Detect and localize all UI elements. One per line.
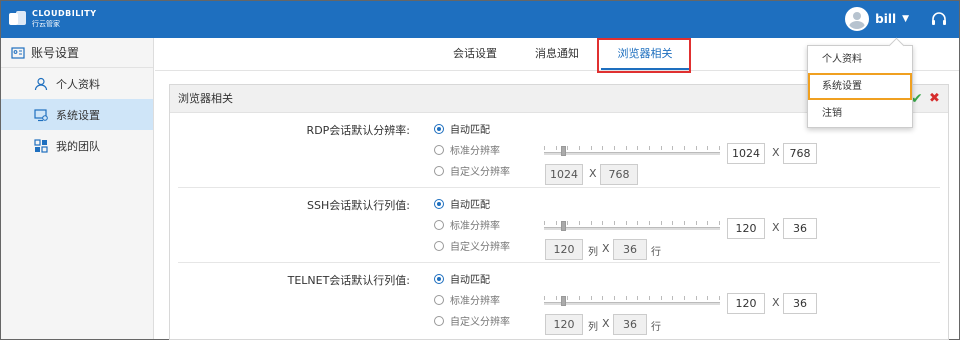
x-separator: X — [772, 146, 780, 159]
top-bar: CLOUDBILITY 行云管家 bill ▼ — [1, 1, 959, 38]
sidebar-title: 账号设置 — [31, 46, 80, 60]
radio-label: 自定义分辨率 — [450, 317, 510, 328]
menu-item-profile[interactable]: 个人资料 — [808, 46, 912, 73]
radio-standard[interactable]: 标准分辨率 — [434, 292, 500, 307]
team-icon — [34, 138, 48, 153]
sidebar-item-system-settings[interactable]: 系统设置 — [1, 99, 153, 130]
radio-auto[interactable]: 自动匹配 — [434, 271, 490, 286]
menu-item-system-settings[interactable]: 系统设置 — [808, 73, 912, 100]
logo-icon — [9, 10, 27, 28]
radio-button[interactable] — [434, 315, 444, 326]
rowcol-slider[interactable] — [544, 296, 720, 306]
sidebar-header: 账号设置 — [1, 38, 153, 68]
logo-text-cn: 行云管家 — [32, 20, 60, 28]
sidebar: 账号设置 个人资料 系统设置 我的团队 — [1, 38, 154, 339]
section-label: RDP会话默认分辨率: — [306, 124, 410, 137]
x-separator: X — [589, 167, 597, 180]
x-separator: X — [602, 317, 610, 330]
custom-cols-input[interactable]: 120 — [545, 314, 583, 335]
rowcol-slider[interactable] — [544, 221, 720, 231]
radio-standard[interactable]: 标准分辨率 — [434, 142, 500, 157]
radio-label: 自动匹配 — [450, 200, 490, 211]
radio-button[interactable] — [434, 294, 444, 305]
cols-unit: 列 — [588, 322, 598, 333]
radio-custom[interactable]: 自定义分辨率 — [434, 163, 510, 178]
cols-unit: 列 — [588, 247, 598, 258]
rows-unit: 行 — [651, 322, 661, 333]
slider-handle[interactable] — [561, 221, 566, 231]
ssh-rowcol-section: SSH会话默认行列值: 自动匹配 标准分辨率 自定义分辨率 120 X 36 1… — [178, 188, 940, 263]
custom-width-input[interactable]: 1024 — [545, 164, 583, 185]
cancel-icon[interactable]: ✖ — [929, 91, 940, 106]
avatar[interactable] — [845, 7, 870, 31]
standard-cols-input[interactable]: 120 — [727, 293, 765, 314]
monitor-settings-icon — [34, 108, 48, 121]
radio-label: 标准分辨率 — [450, 146, 500, 157]
sidebar-item-label: 我的团队 — [56, 139, 100, 153]
radio-label: 自动匹配 — [450, 125, 490, 136]
tab-session-settings[interactable]: 会话设置 — [445, 38, 505, 70]
standard-rows-input[interactable]: 36 — [783, 293, 817, 314]
radio-button[interactable] — [434, 219, 444, 230]
menu-item-logout[interactable]: 注销 — [808, 100, 912, 127]
id-card-icon — [11, 46, 25, 59]
radio-label: 标准分辨率 — [450, 221, 500, 232]
standard-height-input[interactable]: 768 — [783, 143, 817, 164]
standard-width-input[interactable]: 1024 — [727, 143, 765, 164]
username[interactable]: bill — [875, 12, 896, 26]
sidebar-item-profile[interactable]: 个人资料 — [1, 68, 153, 99]
radio-label: 自定义分辨率 — [450, 242, 510, 253]
section-label: SSH会话默认行列值: — [307, 199, 410, 212]
radio-standard[interactable]: 标准分辨率 — [434, 217, 500, 232]
radio-button[interactable] — [434, 240, 444, 251]
radio-label: 自定义分辨率 — [450, 167, 510, 178]
radio-button[interactable] — [434, 123, 444, 134]
sidebar-item-team[interactable]: 我的团队 — [1, 130, 153, 161]
user-dropdown-menu: 个人资料 系统设置 注销 — [807, 45, 913, 128]
resolution-slider[interactable] — [544, 146, 720, 156]
x-separator: X — [602, 242, 610, 255]
radio-button[interactable] — [434, 273, 444, 284]
radio-custom[interactable]: 自定义分辨率 — [434, 313, 510, 328]
radio-label: 自动匹配 — [450, 275, 490, 286]
custom-rows-input[interactable]: 36 — [613, 314, 647, 335]
tab-notifications[interactable]: 消息通知 — [527, 38, 587, 70]
radio-label: 标准分辨率 — [450, 296, 500, 307]
chevron-down-icon[interactable]: ▼ — [902, 14, 909, 24]
logo[interactable]: CLOUDBILITY 行云管家 — [9, 9, 97, 29]
telnet-rowcol-section: TELNET会话默认行列值: 自动匹配 标准分辨率 自定义分辨率 120 X 3… — [178, 263, 940, 338]
radio-custom[interactable]: 自定义分辨率 — [434, 238, 510, 253]
user-menu[interactable]: bill ▼ — [845, 7, 909, 31]
x-separator: X — [772, 296, 780, 309]
custom-rows-input[interactable]: 36 — [613, 239, 647, 260]
slider-handle[interactable] — [561, 296, 566, 306]
standard-rows-input[interactable]: 36 — [783, 218, 817, 239]
slider-handle[interactable] — [561, 146, 566, 156]
logo-text-en: CLOUDBILITY — [32, 9, 97, 18]
x-separator: X — [772, 221, 780, 234]
sidebar-item-label: 系统设置 — [56, 108, 100, 122]
tab-highlight-box — [597, 38, 691, 73]
radio-auto[interactable]: 自动匹配 — [434, 121, 490, 136]
user-icon — [34, 77, 48, 90]
section-label: TELNET会话默认行列值: — [287, 274, 410, 287]
standard-cols-input[interactable]: 120 — [727, 218, 765, 239]
radio-button[interactable] — [434, 165, 444, 176]
radio-auto[interactable]: 自动匹配 — [434, 196, 490, 211]
rows-unit: 行 — [651, 247, 661, 258]
radio-button[interactable] — [434, 198, 444, 209]
headset-icon[interactable] — [931, 11, 947, 27]
custom-height-input[interactable]: 768 — [600, 164, 638, 185]
sidebar-item-label: 个人资料 — [56, 77, 100, 91]
radio-button[interactable] — [434, 144, 444, 155]
custom-cols-input[interactable]: 120 — [545, 239, 583, 260]
